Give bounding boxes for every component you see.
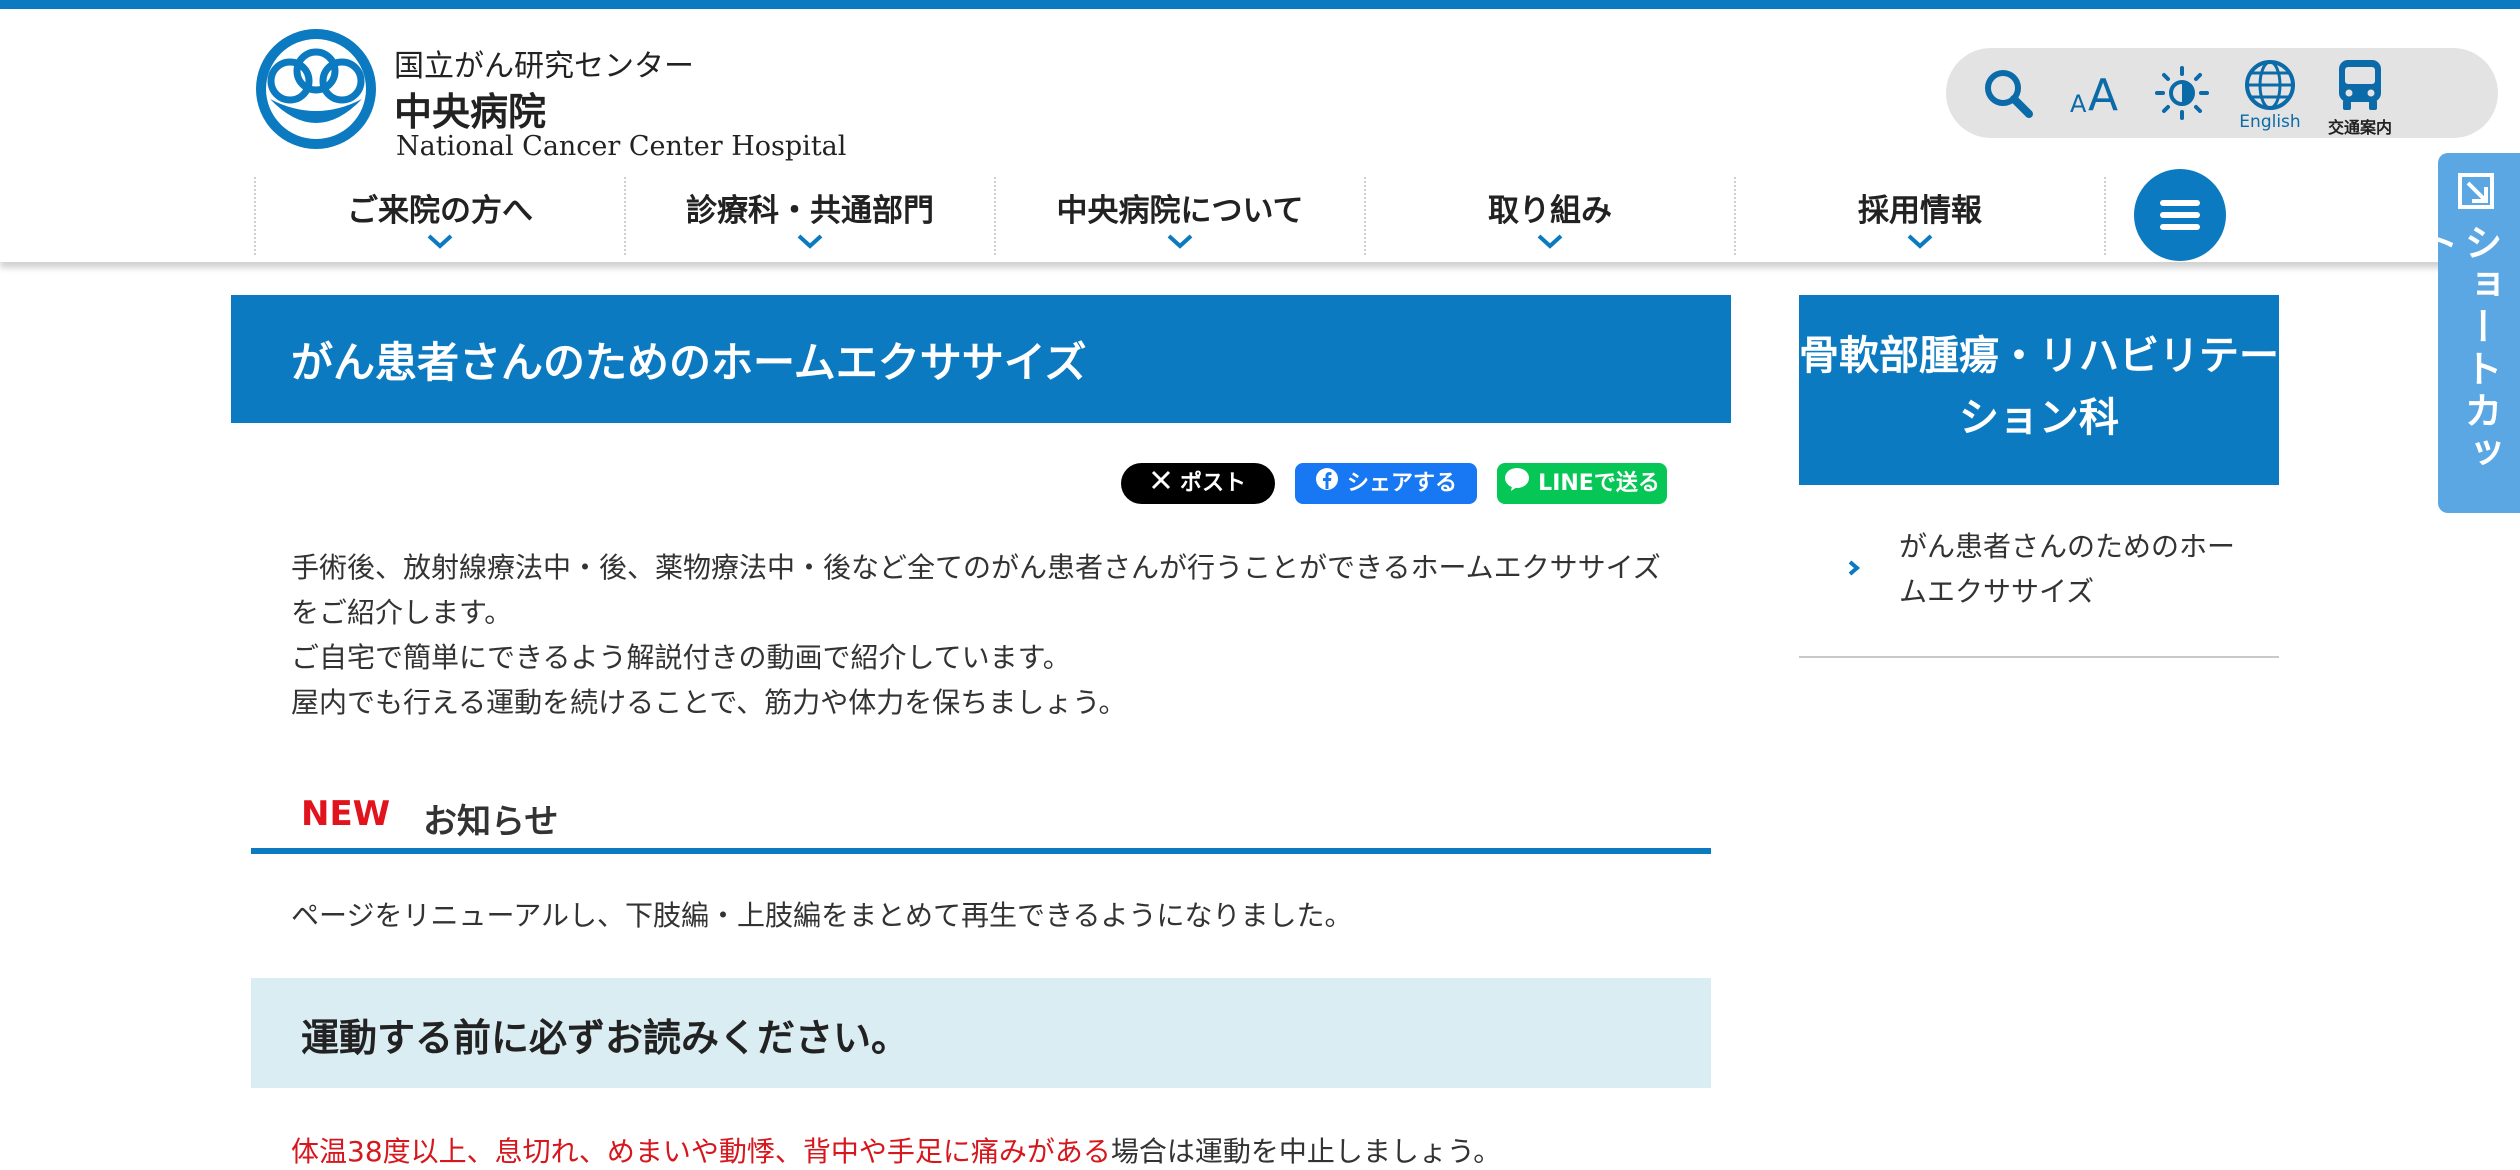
notice-title: 運動する前に必ずお読みください。: [301, 1016, 910, 1060]
svg-text:A: A: [2088, 70, 2118, 118]
contrast-button[interactable]: [2144, 48, 2220, 138]
search-icon: [1985, 70, 2033, 118]
utility-toolbar: A A English 交通案内: [1946, 48, 2498, 138]
nav-label: 中央病院について: [1056, 193, 1304, 229]
chevron-down-icon: [797, 234, 823, 249]
nav-item-visitors[interactable]: ご来院の方へ: [254, 177, 624, 255]
access-label: 交通案内: [2327, 118, 2392, 137]
external-arrow-icon: [2458, 173, 2494, 209]
hospital-logo[interactable]: 国立がん研究センター 中央病院 National Cancer Center H…: [254, 27, 846, 162]
search-button[interactable]: [1970, 48, 2046, 138]
sidebar-link-home-exercise[interactable]: がん患者さんのためのホームエクササイズ: [1799, 522, 2279, 658]
page-title: がん患者さんのためのホームエクササイズ: [291, 338, 1087, 387]
page-title-banner: がん患者さんのためのホームエクササイズ: [231, 295, 1731, 423]
global-nav: ご来院の方へ 診療科・共通部門 中央病院について 取り組み 採用情報: [254, 177, 2106, 255]
top-accent-bar: [0, 0, 2520, 9]
nav-item-initiatives[interactable]: 取り組み: [1364, 177, 1734, 255]
news-text: ページをリニューアルし、下肢編・上肢編をまとめて再生できるようになりました。: [291, 899, 1353, 932]
nav-item-departments[interactable]: 診療科・共通部門: [624, 177, 994, 255]
bus-icon: [2339, 60, 2381, 110]
org-name: 国立がん研究センター: [394, 49, 694, 84]
x-post-label: ポスト: [1179, 471, 1246, 496]
font-size-icon: A A: [2070, 70, 2118, 118]
hospital-name-en: National Cancer Center Hospital: [396, 131, 847, 162]
chevron-right-icon: [1848, 560, 1861, 576]
shortcut-label: ショートカット: [2414, 223, 2502, 475]
site-header: 国立がん研究センター 中央病院 National Cancer Center H…: [0, 9, 2520, 262]
shortcut-tab[interactable]: ショートカット: [2414, 153, 2520, 513]
access-button[interactable]: 交通案内: [2322, 48, 2398, 138]
chevron-down-icon: [1907, 234, 1933, 249]
hamburger-icon: [2160, 200, 2200, 230]
warning-conditions: 体温38度以上、息切れ、めまいや動悸、背中や手足に痛みがある: [291, 1135, 1111, 1168]
sidebar-title-banner[interactable]: 骨軟部腫瘍・リハビリテーション科: [1799, 295, 2279, 485]
nav-divider: [2104, 177, 2106, 255]
x-logo-icon: [1150, 464, 1172, 505]
facebook-share-button[interactable]: シェアする: [1295, 463, 1477, 504]
facebook-share-label: シェアする: [1346, 471, 1457, 496]
intro-text: 手術後、放射線療法中・後、薬物療法中・後など全てのがん患者さんが行うことができる…: [291, 545, 1681, 725]
nav-item-about[interactable]: 中央病院について: [994, 177, 1364, 255]
nav-label: ご来院の方へ: [347, 193, 533, 229]
english-button[interactable]: English: [2232, 48, 2308, 138]
globe-icon: [2245, 60, 2295, 110]
hospital-name: 中央病院: [394, 90, 547, 134]
menu-button[interactable]: [2134, 169, 2226, 261]
nav-label: 採用情報: [1858, 193, 1982, 229]
ncc-logo-mark-icon: [256, 29, 376, 149]
x-post-button[interactable]: ポスト: [1121, 463, 1275, 504]
warning-instruction: 場合は運動を中止しましょう。: [1110, 1135, 1502, 1168]
english-label: English: [2239, 112, 2301, 132]
line-share-label: LINEで送る: [1538, 471, 1660, 496]
line-share-button[interactable]: LINEで送る: [1497, 463, 1667, 504]
svg-text:A: A: [2070, 90, 2087, 118]
nav-label: 診療科・共通部門: [686, 193, 934, 229]
nav-item-recruit[interactable]: 採用情報: [1734, 177, 2104, 255]
new-badge: NEW: [301, 794, 391, 834]
news-title: お知らせ: [423, 802, 559, 842]
brightness-icon: [2155, 66, 2209, 120]
notice-heading: 運動する前に必ずお読みください。: [251, 978, 1711, 1088]
chevron-down-icon: [1537, 234, 1563, 249]
line-logo-icon: [1504, 464, 1530, 505]
nav-label: 取り組み: [1488, 193, 1612, 229]
facebook-logo-icon: [1315, 464, 1339, 505]
intro-paragraph: 屋内でも行える運動を続けることで、筋力や体力を保ちましょう。: [291, 686, 1127, 719]
warning-text: 体温38度以上、息切れ、めまいや動悸、背中や手足に痛みがある場合は運動を中止しま…: [291, 1130, 1501, 1170]
intro-paragraph: ご自宅で簡単にできるよう解説付きの動画で紹介しています。: [291, 641, 1071, 674]
font-size-button[interactable]: A A: [2058, 48, 2134, 138]
news-heading: NEW お知らせ: [251, 786, 1711, 854]
sidebar-title: 骨軟部腫瘍・リハビリテーション科: [1799, 333, 2279, 441]
sidebar-link-label: がん患者さんのためのホームエクササイズ: [1899, 530, 2236, 608]
chevron-down-icon: [427, 234, 453, 249]
chevron-down-icon: [1167, 234, 1193, 249]
intro-paragraph: 手術後、放射線療法中・後、薬物療法中・後など全てのがん患者さんが行うことができる…: [291, 551, 1661, 629]
